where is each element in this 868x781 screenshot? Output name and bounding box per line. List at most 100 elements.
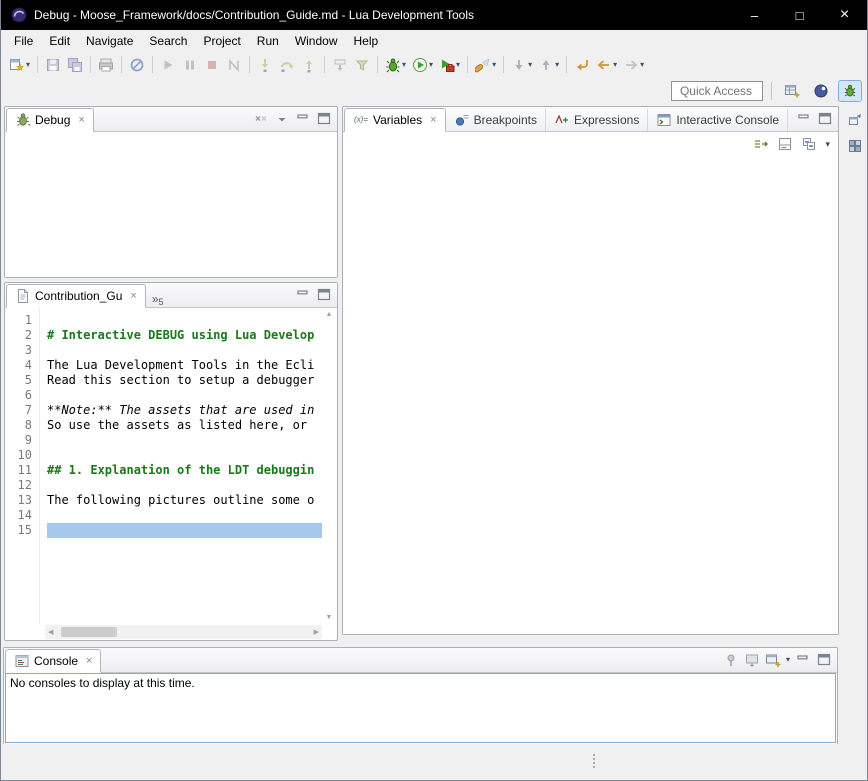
tab-contribution-guide[interactable]: Contribution_Gu × bbox=[6, 284, 146, 308]
minimize-view-button[interactable] bbox=[295, 111, 311, 127]
code-line-13[interactable]: The following pictures outline some o bbox=[47, 493, 322, 508]
tab-breakpoints[interactable]: Breakpoints bbox=[446, 109, 546, 131]
previous-annotation-button[interactable]: ▾ bbox=[535, 54, 562, 76]
debug-button[interactable]: ▾ bbox=[382, 54, 409, 76]
show-logical-structure-button[interactable] bbox=[753, 136, 769, 152]
variables-content[interactable] bbox=[343, 156, 838, 634]
editor-vertical-scrollbar[interactable]: ▲ ▼ bbox=[322, 308, 336, 624]
minimize-view-button[interactable] bbox=[295, 287, 311, 303]
remove-terminated-launches-button[interactable] bbox=[253, 111, 269, 127]
code-line-12[interactable] bbox=[47, 478, 322, 493]
drag-handle[interactable] bbox=[593, 754, 595, 768]
restore-outline-button[interactable] bbox=[847, 138, 863, 154]
close-tab-icon[interactable]: × bbox=[78, 115, 84, 126]
code-line-4[interactable]: The Lua Development Tools in the Ecli bbox=[47, 358, 322, 373]
print-button[interactable] bbox=[95, 54, 117, 76]
view-menu-button[interactable]: ▾ bbox=[825, 140, 830, 149]
tab-interactive-console[interactable]: Interactive Console bbox=[648, 109, 788, 131]
debug-view-content[interactable] bbox=[5, 132, 337, 277]
scroll-left-icon[interactable]: ◀ bbox=[48, 629, 53, 636]
quick-access-box[interactable]: Quick Access bbox=[671, 81, 763, 101]
step-over-button[interactable] bbox=[276, 54, 298, 76]
editor-tab-overflow[interactable]: »5 bbox=[146, 289, 170, 307]
code-line-5[interactable]: Read this section to setup a debugger bbox=[47, 373, 322, 388]
disconnect-button[interactable] bbox=[223, 54, 245, 76]
dropdown-arrow-icon[interactable]: ▾ bbox=[613, 61, 617, 69]
dropdown-arrow-icon[interactable]: ▾ bbox=[456, 61, 460, 69]
skip-breakpoints-button[interactable] bbox=[126, 54, 148, 76]
close-tab-icon[interactable]: × bbox=[86, 656, 92, 667]
dropdown-arrow-icon[interactable]: ▾ bbox=[429, 61, 433, 69]
search-button[interactable]: ▾ bbox=[472, 54, 499, 76]
menu-project[interactable]: Project bbox=[195, 31, 248, 51]
code-line-10[interactable] bbox=[47, 448, 322, 463]
detail-pane-button[interactable] bbox=[777, 136, 793, 152]
use-step-filters-button[interactable] bbox=[351, 54, 373, 76]
code-line-3[interactable] bbox=[47, 343, 322, 358]
code-line-2[interactable]: # Interactive DEBUG using Lua Develop bbox=[47, 328, 322, 343]
close-tab-icon[interactable]: × bbox=[130, 291, 136, 302]
maximize-view-button[interactable] bbox=[816, 652, 832, 668]
console-content[interactable]: No consoles to display at this time. bbox=[5, 673, 836, 743]
dropdown-arrow-icon[interactable]: ▾ bbox=[555, 61, 559, 69]
maximize-view-button[interactable] bbox=[316, 111, 332, 127]
dropdown-arrow-icon[interactable]: ▾ bbox=[402, 61, 406, 69]
dropdown-arrow-icon[interactable]: ▾ bbox=[492, 61, 496, 69]
code-line-7[interactable]: **Note:** The assets that are used in bbox=[47, 403, 322, 418]
forward-button[interactable]: ▾ bbox=[620, 54, 647, 76]
maximize-window-button[interactable]: □ bbox=[777, 0, 822, 30]
minimize-view-button[interactable] bbox=[796, 111, 812, 127]
minimize-window-button[interactable]: – bbox=[732, 0, 777, 30]
external-tools-button[interactable]: ▾ bbox=[436, 54, 463, 76]
scrollbar-thumb[interactable] bbox=[61, 627, 117, 637]
back-button[interactable]: ▾ bbox=[593, 54, 620, 76]
tab-debug[interactable]: Debug × bbox=[6, 108, 94, 132]
menu-help[interactable]: Help bbox=[346, 31, 387, 51]
step-into-button[interactable] bbox=[254, 54, 276, 76]
dropdown-arrow-icon[interactable]: ▾ bbox=[528, 61, 532, 69]
close-window-button[interactable]: × bbox=[822, 0, 867, 30]
dropdown-arrow-icon[interactable]: ▾ bbox=[640, 61, 644, 69]
tab-expressions[interactable]: Expressions bbox=[546, 109, 648, 131]
maximize-view-button[interactable] bbox=[817, 111, 833, 127]
code-line-6[interactable] bbox=[47, 388, 322, 403]
menu-search[interactable]: Search bbox=[141, 31, 195, 51]
restore-view-button[interactable] bbox=[847, 112, 863, 128]
save-all-button[interactable] bbox=[64, 54, 86, 76]
new-button[interactable]: ▾ bbox=[6, 54, 33, 76]
menu-edit[interactable]: Edit bbox=[41, 31, 78, 51]
tab-console[interactable]: Console × bbox=[5, 649, 101, 673]
dropdown-arrow-icon[interactable]: ▾ bbox=[26, 61, 30, 69]
open-perspective-button[interactable] bbox=[780, 80, 804, 102]
code-line-11[interactable]: ## 1. Explanation of the LDT debuggin bbox=[47, 463, 322, 478]
last-edit-location-button[interactable] bbox=[571, 54, 593, 76]
scroll-down-icon[interactable]: ▼ bbox=[326, 614, 333, 621]
code-line-15[interactable] bbox=[47, 523, 322, 538]
view-menu-button[interactable] bbox=[274, 111, 290, 127]
editor-content[interactable]: 123456789101112131415 # Interactive DEBU… bbox=[6, 308, 322, 624]
ldt-perspective-button[interactable] bbox=[809, 80, 833, 102]
editor-horizontal-scrollbar[interactable]: ◀ ▶ bbox=[45, 625, 322, 639]
drop-to-frame-button[interactable] bbox=[329, 54, 351, 76]
menu-navigate[interactable]: Navigate bbox=[78, 31, 141, 51]
display-selected-console-button[interactable] bbox=[744, 652, 760, 668]
debug-perspective-button[interactable] bbox=[838, 80, 862, 102]
code-line-1[interactable] bbox=[47, 313, 322, 328]
menu-run[interactable]: Run bbox=[249, 31, 287, 51]
save-button[interactable] bbox=[42, 54, 64, 76]
scroll-up-icon[interactable]: ▲ bbox=[326, 311, 333, 318]
open-console-dropdown-icon[interactable]: ▾ bbox=[786, 656, 790, 664]
suspend-button[interactable] bbox=[179, 54, 201, 76]
minimize-view-button[interactable] bbox=[795, 652, 811, 668]
next-annotation-button[interactable]: ▾ bbox=[508, 54, 535, 76]
open-console-button[interactable] bbox=[765, 652, 781, 668]
scroll-right-icon[interactable]: ▶ bbox=[314, 629, 319, 636]
step-return-button[interactable] bbox=[298, 54, 320, 76]
tab-variables[interactable]: (x)=Variables× bbox=[344, 108, 446, 132]
collapse-all-button[interactable] bbox=[801, 136, 817, 152]
code-line-8[interactable]: So use the assets as listed here, or bbox=[47, 418, 322, 433]
pin-console-button[interactable] bbox=[723, 652, 739, 668]
close-tab-icon[interactable]: × bbox=[430, 115, 436, 126]
code-line-14[interactable] bbox=[47, 508, 322, 523]
resume-button[interactable] bbox=[157, 54, 179, 76]
